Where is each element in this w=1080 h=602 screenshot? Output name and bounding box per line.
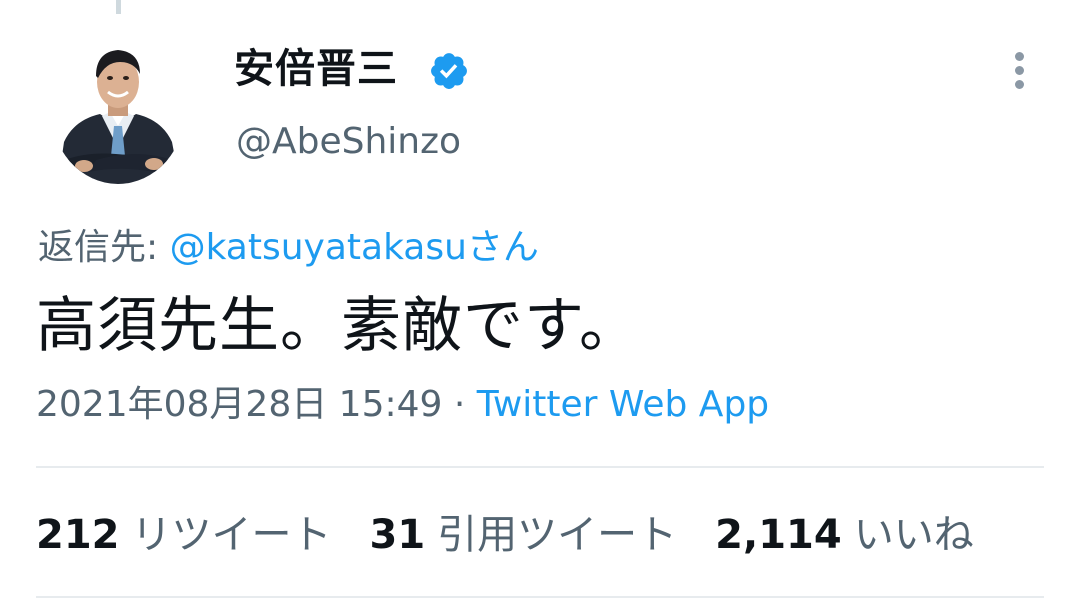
reply-mention-link[interactable]: @katsuyatakasuさん bbox=[170, 227, 539, 268]
divider-bottom bbox=[36, 596, 1044, 598]
tweet-source-link[interactable]: Twitter Web App bbox=[477, 384, 769, 425]
more-vertical-icon bbox=[1015, 52, 1024, 61]
like-label: いいね bbox=[853, 512, 974, 558]
tweet-meta: 2021年08月28日 15:49 · Twitter Web App bbox=[36, 380, 769, 430]
meta-separator: · bbox=[442, 384, 477, 425]
quote-tweet-label: 引用ツイート bbox=[437, 512, 678, 558]
divider-top bbox=[36, 466, 1044, 468]
avatar-portrait bbox=[58, 50, 180, 184]
quote-tweet-count: 31 bbox=[369, 512, 426, 558]
reply-context: 返信先: @katsuyatakasuさん bbox=[38, 224, 539, 272]
engagement-stats: 212 リツイート 31 引用ツイート 2,114 いいね bbox=[36, 508, 974, 562]
quote-tweets-stat[interactable]: 31 引用ツイート bbox=[370, 508, 678, 562]
display-name[interactable]: 安倍晋三 bbox=[234, 42, 398, 96]
verified-badge-icon bbox=[431, 53, 467, 89]
tweet-timestamp[interactable]: 2021年08月28日 15:49 bbox=[36, 384, 442, 425]
reply-prefix: 返信先: bbox=[38, 227, 170, 268]
like-count: 2,114 bbox=[715, 512, 842, 558]
tweet-text: 高須先生。素敵です。 bbox=[36, 291, 640, 361]
retweet-label: リツイート bbox=[131, 512, 332, 558]
user-handle[interactable]: @AbeShinzo bbox=[236, 118, 461, 166]
thread-connector-line bbox=[116, 0, 121, 14]
retweets-stat[interactable]: 212 リツイート bbox=[36, 508, 332, 562]
likes-stat[interactable]: 2,114 いいね bbox=[715, 508, 974, 562]
more-options-button[interactable] bbox=[1002, 48, 1038, 92]
retweet-count: 212 bbox=[36, 512, 120, 558]
avatar[interactable] bbox=[50, 30, 186, 184]
